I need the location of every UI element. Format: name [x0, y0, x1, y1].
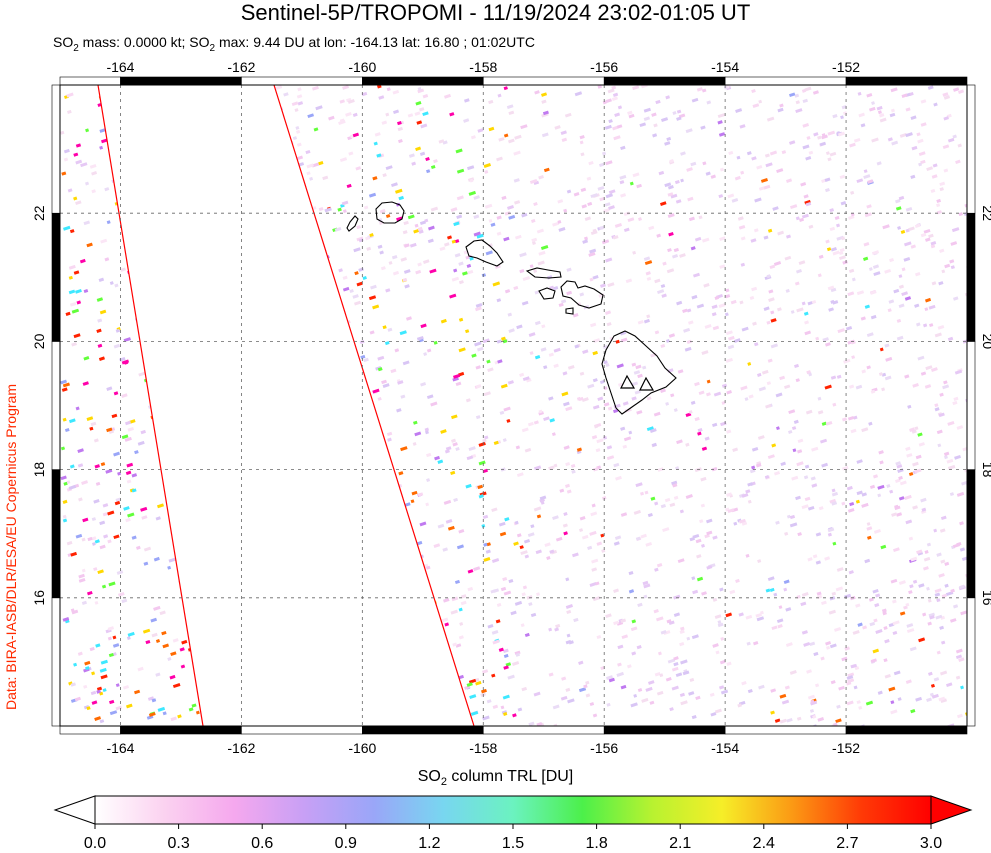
- colorbar: 0.0 0.3 0.6 0.9 1.2 1.5 1.8 2.1 2.4 2.7 3.0: [53, 795, 973, 852]
- frame-segment-top: [362, 76, 484, 86]
- lon-tick-label-top: -162: [227, 59, 255, 75]
- frame-segment-left: [51, 597, 61, 727]
- colorbar-title: SO2 column TRL [DU]: [417, 768, 574, 789]
- colorbar-tick-label: 2.4: [753, 835, 775, 852]
- frame-segment-right: [966, 469, 976, 599]
- frame-segment-top: [59, 76, 121, 86]
- lat-tick-label-left: 22: [31, 205, 47, 221]
- frame-segment-right: [966, 597, 976, 727]
- frame-segment-top: [845, 76, 968, 86]
- lon-tick-label-bottom: -158: [469, 740, 497, 756]
- lon-tick-label-top: -160: [348, 59, 376, 75]
- frame-segment-right: [966, 84, 976, 214]
- lon-tick-label-bottom: -162: [227, 740, 255, 756]
- frame-segment-left: [51, 84, 61, 214]
- frame-segment-bottom: [603, 725, 726, 735]
- colorbar-tick-label: 0.6: [251, 835, 273, 852]
- colorbar-gradient: [94, 795, 932, 825]
- lat-tick-label-right: 16: [980, 590, 991, 606]
- lon-tick-label-bottom: -164: [106, 740, 134, 756]
- frame-segment-bottom: [362, 725, 484, 735]
- lon-tick-label-bottom: -152: [832, 740, 860, 756]
- colorbar-tick-label: 3.0: [920, 835, 942, 852]
- lat-tick-label-left: 16: [31, 590, 47, 606]
- frame-segment-bottom: [59, 725, 121, 735]
- frame-segment-right: [966, 341, 976, 470]
- frame-segment-bottom: [724, 725, 847, 735]
- colorbar-over-arrow: [930, 795, 973, 825]
- lon-tick-label-bottom: -160: [348, 740, 376, 756]
- colorbar-ticks: 0.0 0.3 0.6 0.9 1.2 1.5 1.8 2.1 2.4 2.7 3.0: [84, 824, 942, 852]
- colorbar-under-arrow: [53, 795, 96, 825]
- colorbar-tick-label: 1.2: [418, 835, 440, 852]
- colorbar-tick-label: 2.7: [836, 835, 858, 852]
- frame-segment-top: [120, 76, 242, 86]
- lat-tick-label-left: 20: [31, 333, 47, 349]
- frame-segment-right: [966, 212, 976, 342]
- lat-tick-label-right: 18: [980, 462, 991, 478]
- frame-segment-top: [724, 76, 847, 86]
- frame-segment-top: [482, 76, 605, 86]
- lat-tick-label-right: 20: [980, 334, 991, 350]
- frame-segment-bottom: [241, 725, 363, 735]
- lon-tick-label-top: -156: [590, 59, 618, 75]
- colorbar-tick-label: 0.9: [335, 835, 357, 852]
- frame-segment-left: [51, 341, 61, 470]
- lon-tick-label-top: -158: [469, 59, 497, 75]
- colorbar-tick-label: 2.1: [669, 835, 691, 852]
- colorbar-tick-label: 1.5: [502, 835, 524, 852]
- lon-tick-label-bottom: -154: [711, 740, 739, 756]
- frame-segment-bottom: [120, 725, 242, 735]
- lon-tick-label-bottom: -156: [590, 740, 618, 756]
- frame-segment-left: [51, 469, 61, 599]
- so2-map: -164 -164 -162 -162 -160 -160 -158 -158 -156 -156…: [31, 59, 991, 756]
- lon-tick-label-top: -152: [832, 59, 860, 75]
- colorbar-tick-label: 0.3: [167, 835, 189, 852]
- frame-segment-top: [241, 76, 363, 86]
- frame-segment-top: [603, 76, 726, 86]
- frame-segment-left: [51, 212, 61, 342]
- lat-tick-label-right: 22: [980, 205, 991, 221]
- lat-tick-label-left: 18: [31, 462, 47, 478]
- colorbar-tick-label: 1.8: [585, 835, 607, 852]
- lon-tick-label-top: -164: [106, 59, 134, 75]
- frame-segment-bottom: [845, 725, 968, 735]
- frame-segment-bottom: [482, 725, 605, 735]
- colorbar-tick-label: 0.0: [84, 835, 106, 852]
- lon-tick-label-top: -154: [711, 59, 739, 75]
